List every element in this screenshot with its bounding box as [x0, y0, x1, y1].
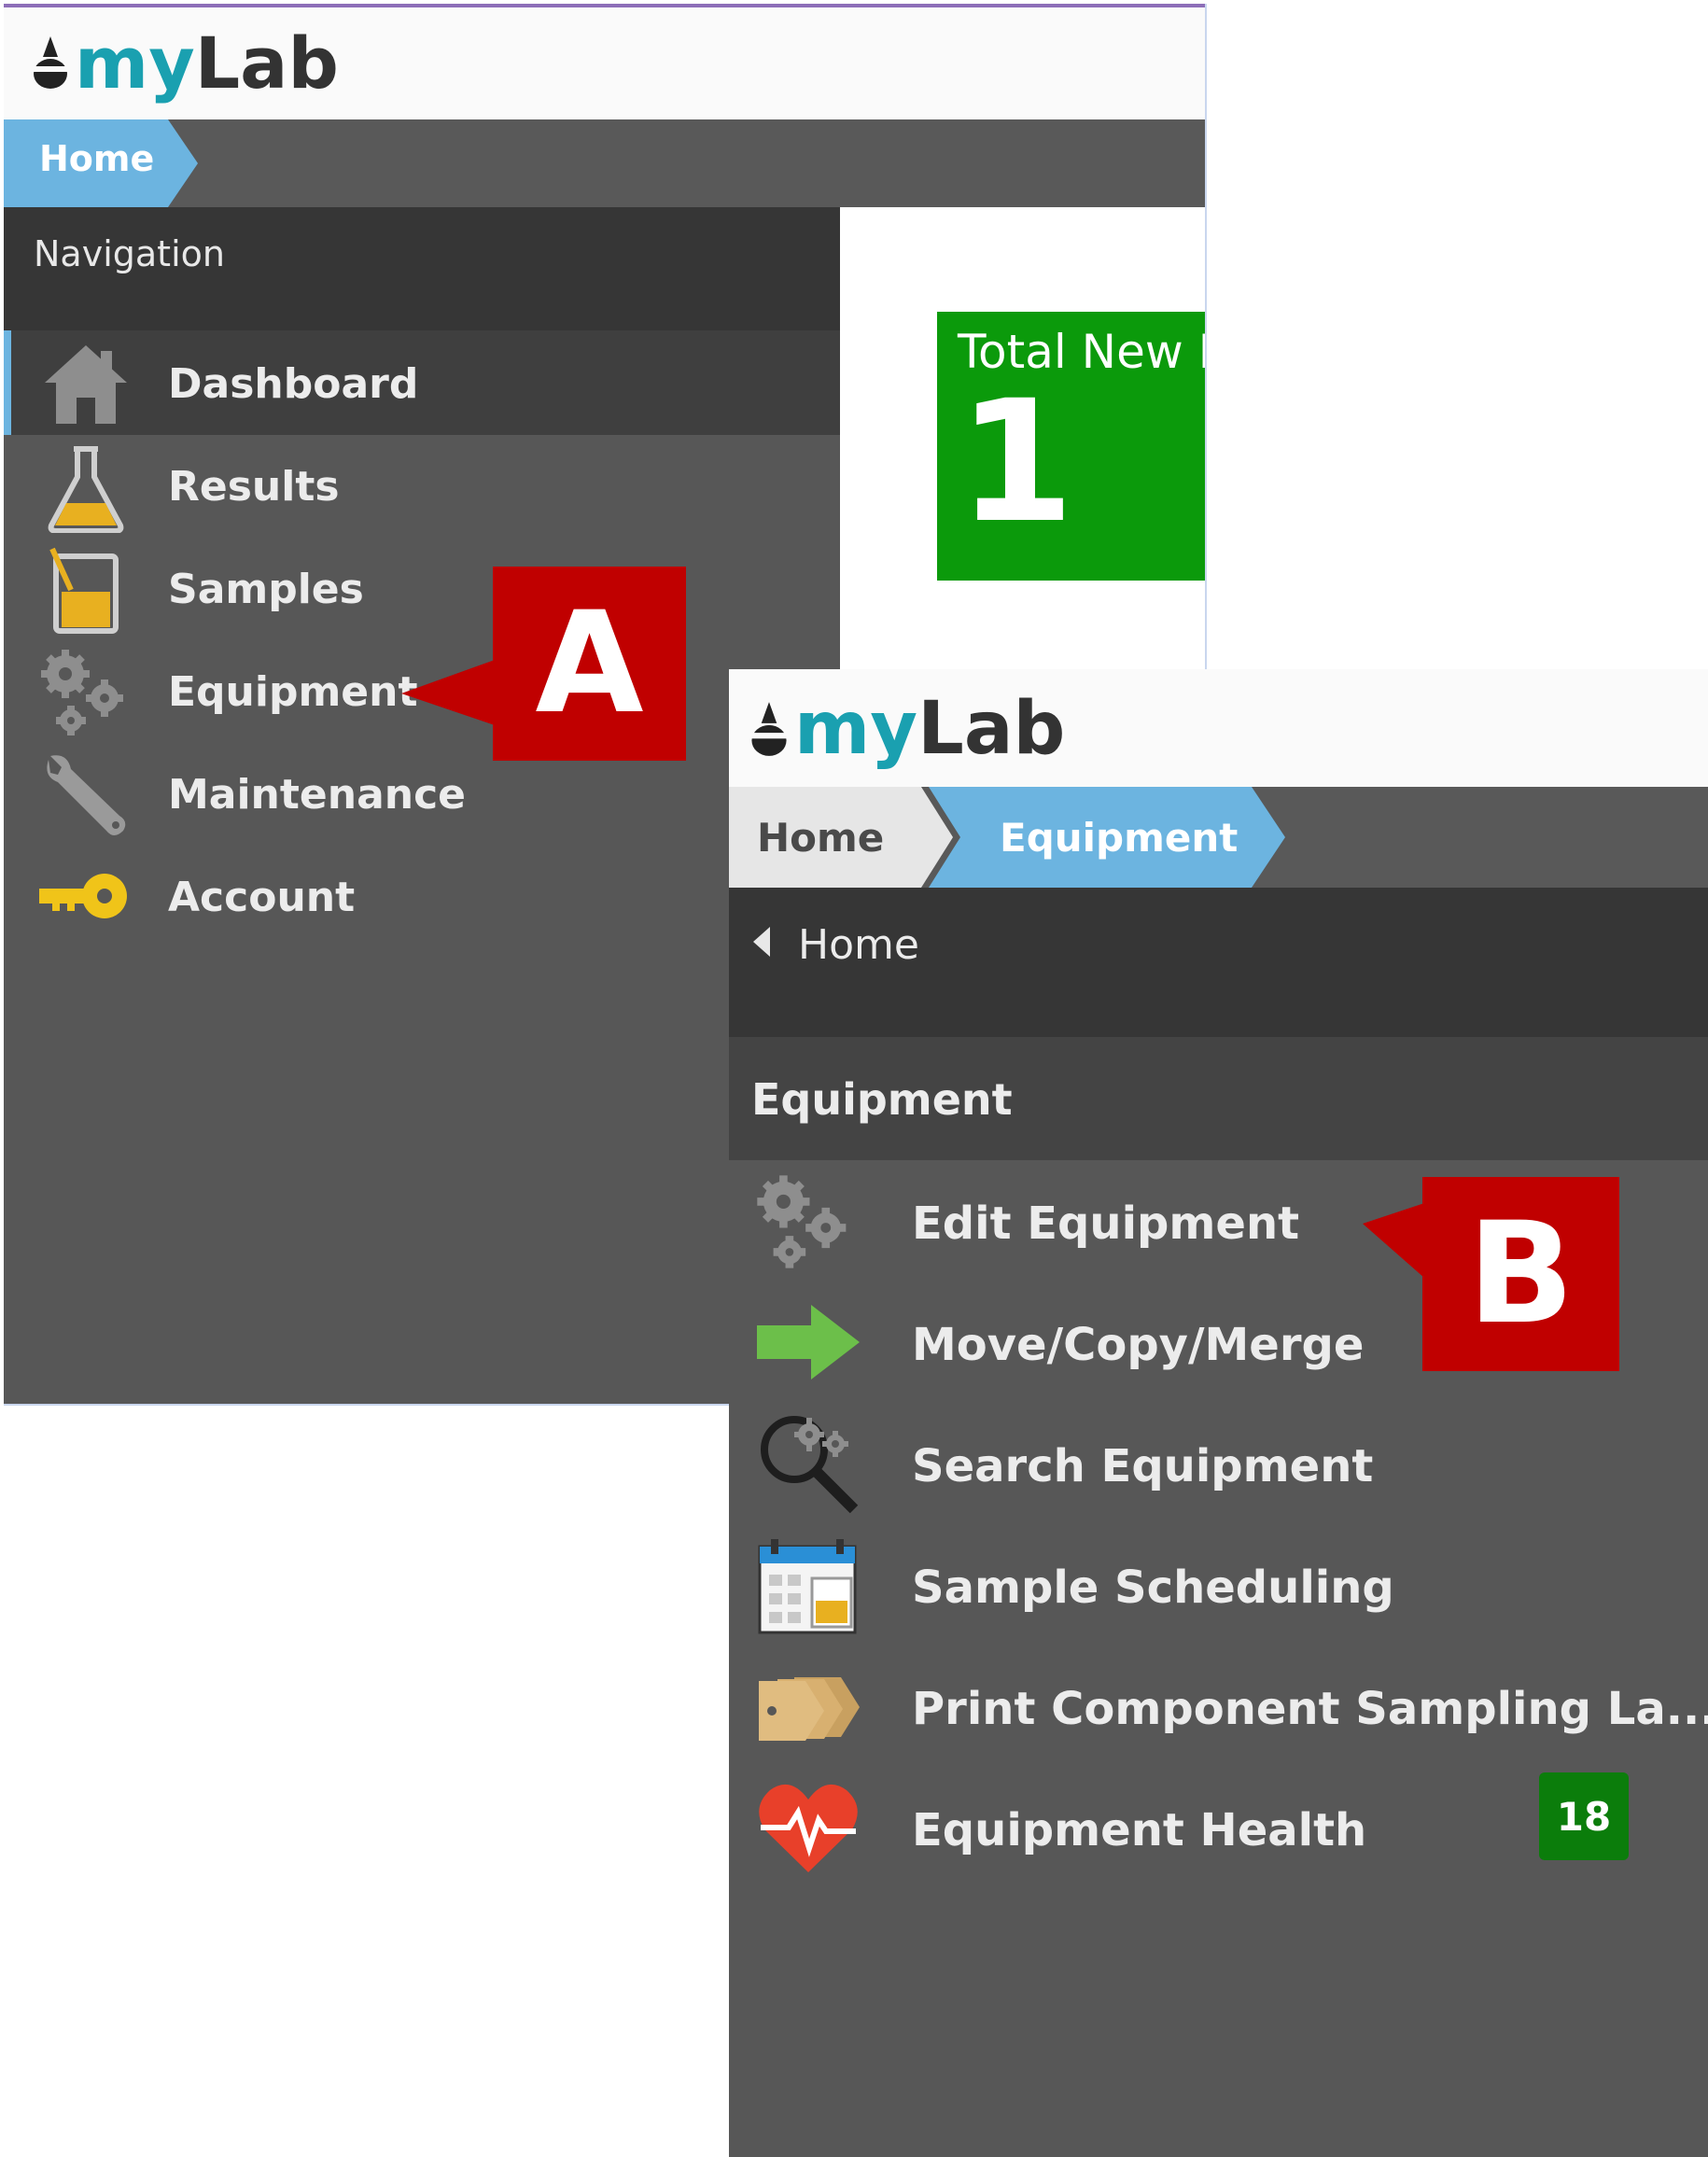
dashboard-content: Total New R 1: [840, 207, 1205, 674]
callout-a: A: [401, 567, 686, 761]
key-icon: [37, 859, 131, 933]
mylab-logo[interactable]: my Lab: [32, 21, 339, 105]
search-gear-icon: [757, 1412, 860, 1515]
menu-item-equipment-health-label: Equipment Health: [912, 1804, 1367, 1856]
calendar-icon: [757, 1535, 860, 1636]
sample-jar-icon: [41, 545, 131, 635]
back-nav[interactable]: Home: [729, 888, 1708, 1037]
logo-my: my: [794, 687, 918, 771]
nav-item-maintenance-label: Maintenance: [168, 771, 467, 819]
tile-value: 1: [958, 365, 1075, 560]
home-icon: [41, 342, 131, 426]
active-indicator: [4, 330, 11, 435]
menu-item-sample-scheduling[interactable]: Sample Scheduling: [729, 1524, 1708, 1646]
nav-item-dashboard-label: Dashboard: [168, 360, 419, 408]
breadcrumb-home[interactable]: Home: [39, 138, 154, 179]
menu-item-print-labels-label: Print Component Sampling La...: [912, 1683, 1708, 1735]
header-bar: my Lab: [4, 7, 1205, 119]
labels-icon: [757, 1670, 861, 1744]
section-header: Equipment: [729, 1037, 1708, 1160]
menu-item-sample-scheduling-label: Sample Scheduling: [912, 1562, 1394, 1614]
callout-a-label: A: [493, 567, 686, 761]
heart-pulse-icon: [757, 1778, 860, 1877]
menu-item-search-equipment[interactable]: Search Equipment: [729, 1403, 1708, 1524]
menu-item-search-equipment-label: Search Equipment: [912, 1440, 1374, 1492]
mylab-window-equipment: my Lab Home Equipment Home Equipment Edi…: [729, 669, 1708, 2157]
total-new-results-tile[interactable]: Total New R 1: [937, 312, 1205, 581]
menu-item-equipment-health[interactable]: Equipment Health 18: [729, 1767, 1708, 1888]
menu-item-move-copy-merge-label: Move/Copy/Merge: [912, 1319, 1365, 1371]
drop-icon: [32, 36, 69, 89]
breadcrumb: Home: [4, 119, 1205, 207]
breadcrumb: Home Equipment: [729, 787, 1708, 888]
drop-icon: [749, 702, 789, 756]
callout-b: B: [1363, 1177, 1619, 1371]
breadcrumb-equipment[interactable]: Equipment: [1000, 815, 1238, 861]
nav-item-dashboard[interactable]: Dashboard: [4, 330, 840, 435]
logo-my: my: [75, 21, 195, 105]
logo-lab: Lab: [917, 687, 1066, 771]
chevron-left-icon: [753, 927, 770, 957]
back-label: Home: [798, 921, 919, 969]
nav-item-account-label: Account: [168, 874, 356, 921]
nav-item-results-label: Results: [168, 463, 340, 511]
menu-item-print-labels[interactable]: Print Component Sampling La...: [729, 1646, 1708, 1767]
flask-icon: [41, 444, 131, 534]
callout-a-pointer: [401, 660, 495, 725]
navigation-header: Navigation: [4, 207, 840, 330]
nav-item-samples-label: Samples: [168, 566, 364, 613]
equipment-health-count-badge: 18: [1539, 1772, 1629, 1860]
gears-icon: [37, 646, 131, 739]
breadcrumb-home[interactable]: Home: [757, 815, 884, 861]
header-bar: my Lab: [729, 669, 1708, 787]
gears-icon: [753, 1171, 854, 1272]
green-arrow-icon: [757, 1302, 860, 1382]
callout-b-label: B: [1422, 1177, 1619, 1371]
mylab-logo[interactable]: my Lab: [749, 686, 1065, 772]
nav-item-equipment-label: Equipment: [168, 668, 418, 716]
logo-lab: Lab: [194, 21, 339, 105]
section-title: Equipment: [751, 1074, 1013, 1125]
nav-item-results[interactable]: Results: [4, 435, 840, 538]
menu-item-edit-equipment-label: Edit Equipment: [912, 1198, 1300, 1250]
nav-item-account[interactable]: Account: [4, 846, 840, 948]
wrench-icon: [41, 752, 131, 842]
navigation-title: Navigation: [34, 233, 225, 274]
